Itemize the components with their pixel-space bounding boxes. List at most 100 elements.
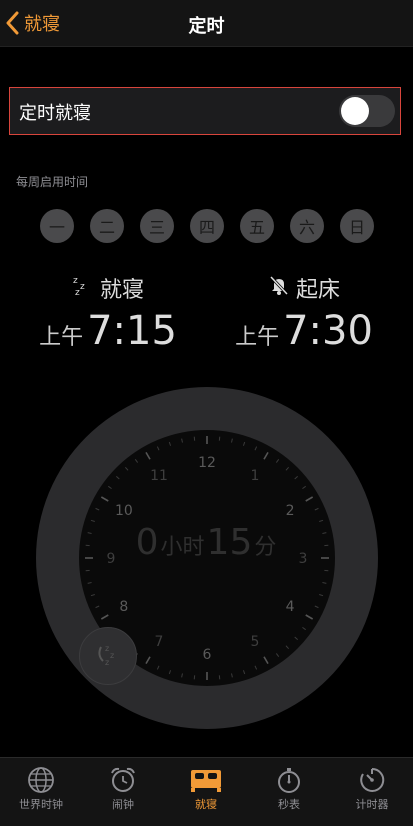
navigation-bar: 就寝 定时 [0, 0, 413, 47]
clock-tick [315, 508, 319, 510]
clock-tick [157, 447, 159, 451]
clock-tick [88, 583, 92, 584]
clock-tick [182, 439, 183, 443]
clock-number: 10 [115, 503, 133, 519]
sleep-duration: 0 小时 15 分 [79, 522, 335, 563]
day-button-sat[interactable]: 六 [290, 209, 324, 243]
day-button-tue[interactable]: 二 [90, 209, 124, 243]
svg-text:z: z [73, 276, 78, 286]
clock-tick [306, 615, 313, 619]
bedtime-block: z z z 就寝 上午 7:15 [18, 272, 198, 354]
clock-number: 1 [251, 468, 260, 484]
tab-alarm[interactable]: 闹钟 [82, 762, 164, 812]
day-button-thu[interactable]: 四 [190, 209, 224, 243]
duration-minutes-unit: 分 [254, 529, 276, 561]
clock-tick [146, 657, 150, 664]
clock-tick [276, 653, 278, 656]
zzz-icon: z z z [72, 274, 100, 302]
clock-tick [276, 459, 278, 462]
alarm-clock-icon [82, 766, 164, 794]
clock-tick [232, 673, 233, 677]
bedtime-ampm: 上午 [39, 319, 83, 351]
clock-tick [125, 467, 128, 470]
clock-tick [182, 673, 183, 677]
schedule-toggle-label: 定时就寝 [19, 99, 91, 125]
clock-tick [91, 594, 95, 595]
duration-hours: 0 [136, 522, 159, 563]
clock-tick [302, 486, 305, 488]
schedule-toggle-row: 定时就寝 [9, 87, 401, 135]
clock-tick [169, 442, 170, 446]
switch-knob [341, 97, 369, 125]
svg-text:z: z [105, 658, 109, 667]
tab-label: 世界时钟 [0, 796, 82, 812]
clock-tick [101, 615, 108, 619]
tab-stopwatch[interactable]: 秒表 [248, 762, 330, 812]
clock-number: 11 [150, 468, 168, 484]
clock-tick [264, 452, 268, 459]
clock-number: 2 [286, 503, 295, 519]
day-button-fri[interactable]: 五 [240, 209, 274, 243]
clock-tick [108, 486, 111, 488]
bedtime-handle[interactable]: z z z [79, 627, 137, 685]
svg-text:z: z [80, 282, 85, 292]
clock-tick [243, 442, 244, 446]
clock-tick [302, 627, 305, 629]
tab-bar: 世界时钟 闹钟 就寝 [0, 757, 413, 826]
svg-text:z: z [105, 644, 109, 653]
tab-world-clock[interactable]: 世界时钟 [0, 762, 82, 812]
clock-tick [322, 583, 326, 584]
tab-timer[interactable]: 计时器 [331, 762, 413, 812]
clock-tick [135, 459, 137, 462]
day-button-sun[interactable]: 日 [340, 209, 374, 243]
clock-tick [116, 476, 119, 479]
tab-label: 计时器 [331, 796, 413, 812]
clock-tick [295, 637, 298, 640]
clock-tick [96, 508, 100, 510]
weekday-section-header: 每周启用时间 [16, 173, 88, 190]
tab-bedtime[interactable]: 就寝 [165, 762, 247, 812]
duration-hours-unit: 小时 [161, 529, 205, 561]
clock-tick [319, 594, 323, 595]
clock-tick [169, 670, 170, 674]
duration-minutes: 15 [207, 522, 253, 563]
weekday-selector: 一 二 三 四 五 六 日 [40, 209, 374, 245]
day-button-mon[interactable]: 一 [40, 209, 74, 243]
wake-ampm: 上午 [235, 319, 279, 351]
page-title: 定时 [0, 12, 413, 38]
clock-tick [101, 497, 108, 501]
clock-tick [306, 497, 313, 501]
wake-time: 7:30 [283, 308, 373, 354]
clock-tick [157, 666, 159, 670]
wake-label: 起床 [296, 272, 340, 304]
clock-tick [286, 467, 289, 470]
clock-number: 4 [286, 599, 295, 615]
tab-label: 就寝 [165, 796, 247, 812]
clock-tick [315, 606, 319, 608]
wake-block: 起床 上午 7:30 [214, 272, 394, 354]
clock-tick [255, 666, 257, 670]
svg-text:z: z [110, 651, 114, 660]
clock-tick [96, 606, 100, 608]
clock-number: 6 [203, 647, 212, 663]
clock-number: 8 [119, 599, 128, 615]
clock-tick [295, 476, 298, 479]
clock-number: 7 [155, 634, 164, 650]
zzz-icon: z z z [91, 637, 125, 675]
clock-number: 5 [251, 634, 260, 650]
clock-tick [146, 452, 150, 459]
bell-off-icon [268, 274, 296, 302]
svg-text:z: z [75, 288, 80, 296]
timer-icon [331, 766, 413, 794]
bed-icon [165, 766, 247, 794]
bedtime-label: 就寝 [100, 272, 144, 304]
clock-tick [286, 646, 289, 649]
clock-number: 12 [198, 455, 216, 471]
globe-icon [0, 766, 82, 794]
schedule-toggle-switch[interactable] [339, 95, 395, 127]
day-button-wed[interactable]: 三 [140, 209, 174, 243]
clock-tick [255, 447, 257, 451]
stopwatch-icon [248, 766, 330, 794]
clock-tick [243, 670, 244, 674]
tab-label: 闹钟 [82, 796, 164, 812]
